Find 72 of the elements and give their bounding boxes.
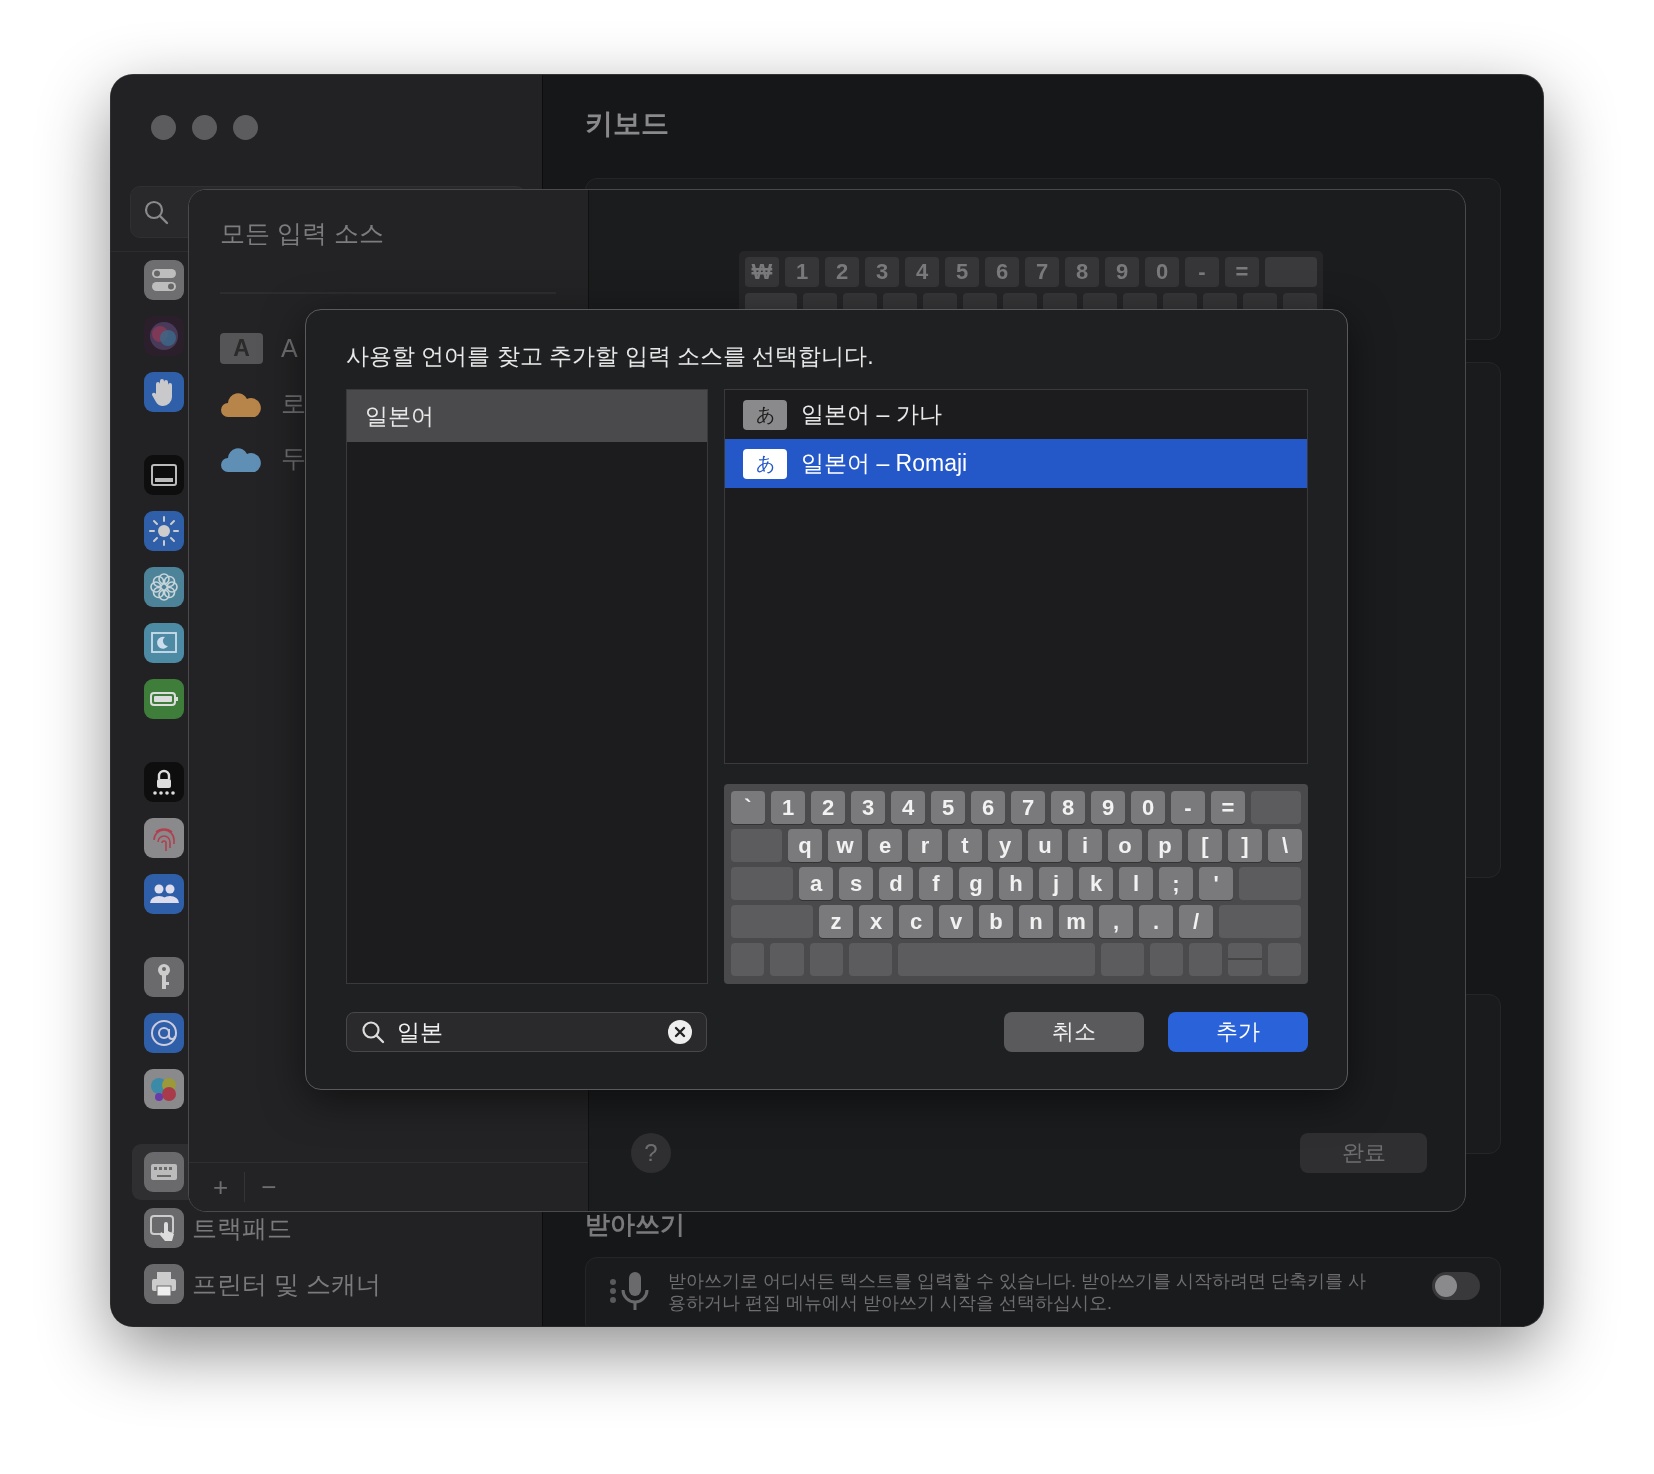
keyboard-key: s (839, 867, 873, 900)
kana-badge: あ (743, 448, 787, 479)
keyboard-key: ₩ (745, 257, 779, 287)
keyboard-key: g (959, 867, 993, 900)
keyboard-key: 1 (771, 791, 805, 824)
keyboard-key: 9 (1105, 257, 1139, 287)
keyboard-key: 5 (931, 791, 965, 824)
keyboard-key: o (1108, 829, 1142, 862)
keyboard-key: n (1019, 905, 1053, 938)
keyboard-key: 1 (785, 257, 819, 287)
keyboard-key: ] (1228, 829, 1262, 862)
keyboard-key: 3 (865, 257, 899, 287)
keyboard-key: t (948, 829, 982, 862)
keyboard-key: / (1179, 905, 1213, 938)
keyboard-key: v (939, 905, 973, 938)
keyboard-key: 2 (811, 791, 845, 824)
keyboard-key: 8 (1065, 257, 1099, 287)
keyboard-key: ` (731, 791, 765, 824)
keyboard-key: [ (1188, 829, 1222, 862)
keyboard-key: - (1185, 257, 1219, 287)
keyboard-key: j (1039, 867, 1073, 900)
keyboard-key: b (979, 905, 1013, 938)
keyboard-key: c (899, 905, 933, 938)
keyboard-key: x (859, 905, 893, 938)
kana-badge: あ (743, 399, 787, 430)
section-heading: 받아쓰기 (585, 1209, 686, 1240)
keyboard-key: 4 (891, 791, 925, 824)
keyboard-key: 6 (971, 791, 1005, 824)
keyboard-key: y (988, 829, 1022, 862)
dictation-description: 받아쓰기로 어디서든 텍스트를 입력할 수 있습니다. 받아쓰기를 시작하려면 단축키를 사용하거나 편집 메뉴에서 받아쓰기 시작을 선택하십시오. (668, 1270, 1367, 1314)
keyboard-key: w (828, 829, 862, 862)
keyboard-key: = (1211, 791, 1245, 824)
keyboard-key: q (788, 829, 822, 862)
keyboard-key: , (1099, 905, 1133, 938)
keyboard-key: u (1028, 829, 1062, 862)
keyboard-key: f (919, 867, 953, 900)
keyboard-key: 5 (945, 257, 979, 287)
keyboard-key: 7 (1011, 791, 1045, 824)
keyboard-key: h (999, 867, 1033, 900)
keyboard-key: d (879, 867, 913, 900)
keyboard-key: 0 (1131, 791, 1165, 824)
keyboard-key: r (908, 829, 942, 862)
window-title: 키보드 (585, 107, 670, 141)
input-source-name: 일본어 – 가나 (801, 400, 942, 429)
keyboard-key: p (1148, 829, 1182, 862)
keyboard-key: a (799, 867, 833, 900)
keyboard-key: m (1059, 905, 1093, 938)
keyboard-key: . (1139, 905, 1173, 938)
keyboard-key: - (1171, 791, 1205, 824)
keyboard-key: k (1079, 867, 1113, 900)
keyboard-key: 7 (1025, 257, 1059, 287)
keyboard-key: ; (1159, 867, 1193, 900)
keyboard-key: \ (1268, 829, 1302, 862)
input-source-name: 일본어 – Romaji (801, 449, 968, 478)
keyboard-key: 3 (851, 791, 885, 824)
keyboard-key: 9 (1091, 791, 1125, 824)
keyboard-key: i (1068, 829, 1102, 862)
keyboard-key: 0 (1145, 257, 1179, 287)
keyboard-key: 2 (825, 257, 859, 287)
sheet-title: 모든 입력 소스 (220, 218, 556, 294)
keyboard-key: 6 (985, 257, 1019, 287)
keyboard-key: ' (1199, 867, 1233, 900)
keyboard-key: 8 (1051, 791, 1085, 824)
keyboard-key: 4 (905, 257, 939, 287)
dialog-title: 사용할 언어를 찾고 추가할 입력 소스를 선택합니다. (346, 342, 875, 371)
keyboard-key: z (819, 905, 853, 938)
keyboard-key: e (868, 829, 902, 862)
sidebar-label: 트랙패드 (192, 1212, 292, 1244)
search-text: 일본 (397, 1017, 444, 1047)
keyboard-key: = (1225, 257, 1259, 287)
sidebar-label: 프린터 및 스캐너 (192, 1268, 381, 1300)
keyboard-key: l (1119, 867, 1153, 900)
